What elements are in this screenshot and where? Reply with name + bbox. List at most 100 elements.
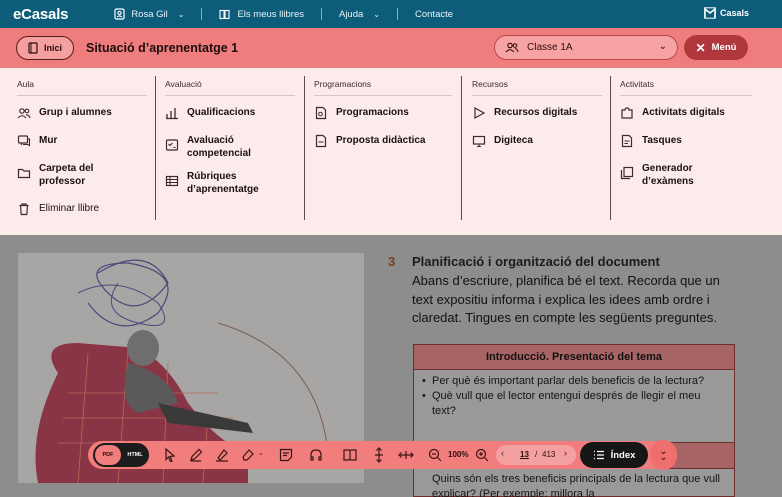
help-menu[interactable]: Ajuda ⌄	[339, 9, 380, 20]
menu-item-group-students[interactable]: Grup i alumnes	[17, 106, 155, 120]
column-divider	[610, 76, 611, 220]
menu-item-label: Digiteca	[494, 135, 533, 146]
page-separator: /	[535, 450, 538, 459]
menu-column-resources: Recursos Recursos digitals Digiteca	[472, 68, 610, 220]
menu-item-digital-activities[interactable]: Activitats digitals	[620, 106, 760, 120]
pdf-document-icon	[315, 134, 327, 148]
users-icon	[505, 42, 519, 53]
pdf-label: PDF	[102, 452, 114, 458]
step-number: 3	[388, 254, 396, 269]
menu-item-label: Avaluació competencial	[187, 135, 251, 159]
page-total: 413	[542, 450, 556, 459]
menu-item-didactic-proposal[interactable]: Proposta didàctica	[314, 134, 460, 148]
format-toggle: PDF HTML	[93, 443, 149, 467]
cursor-icon[interactable]	[162, 447, 178, 463]
menu-item-teacher-folder[interactable]: Carpeta del professor	[17, 162, 117, 188]
contact-label: Contacte	[415, 8, 454, 20]
page-title: Situació d’aprenentatge 1	[86, 41, 239, 55]
html-label: HTML	[127, 452, 143, 458]
copy-icon	[620, 166, 634, 180]
menu-heading-aula: Aula	[17, 68, 147, 96]
column-divider	[155, 76, 156, 220]
chevron-down-icon: ⌄	[177, 9, 185, 19]
chevron-down-icon[interactable]: ⌄	[258, 449, 264, 457]
table-question-list-2: Quins són els tres beneficis principals …	[422, 472, 734, 497]
collapse-toolbar-button[interactable]: ⌄ ⌄	[650, 440, 677, 470]
help-label: Ajuda	[338, 8, 364, 20]
menu-heading-programming: Programacions	[314, 68, 452, 96]
menu-item-digiteca[interactable]: Digiteca	[472, 134, 610, 148]
monitor-icon	[472, 135, 486, 148]
chevron-left-icon[interactable]: ‹	[501, 448, 504, 458]
eraser-icon[interactable]	[240, 447, 256, 463]
page-current-input[interactable]: 13	[520, 450, 529, 459]
user-card-icon	[114, 8, 125, 20]
class-select-value: Classe 1A	[527, 42, 573, 53]
my-books-label: Els meus llibres	[237, 8, 304, 20]
user-menu[interactable]: Rosa Gil ⌄	[114, 8, 184, 20]
step-title: Planificació i organització del document	[412, 254, 660, 269]
menu-item-exam-generator[interactable]: Generador d’exàmens	[620, 162, 710, 188]
home-button[interactable]: Inici	[16, 36, 74, 60]
casals-logo-text: Casals	[719, 8, 749, 18]
menu-item-programming[interactable]: Programacions	[314, 106, 460, 120]
list-item: Quins són els tres beneficis principals …	[432, 473, 720, 497]
user-name: Rosa Gil	[131, 8, 168, 20]
evaluation-icon	[165, 139, 179, 151]
menu-label: Menú	[711, 42, 737, 53]
headphones-icon[interactable]	[308, 447, 324, 463]
menu-column-programming: Programacions Programacions Proposta did…	[314, 68, 460, 220]
document-search-icon	[315, 106, 327, 120]
casals-logo[interactable]: Casals	[704, 7, 749, 19]
menu-item-label: Mur	[39, 135, 58, 146]
play-icon	[474, 106, 486, 120]
index-button[interactable]: Índex	[580, 442, 648, 468]
menu-item-label: Activitats digitals	[642, 107, 725, 118]
chevron-down-icon: ⌄	[373, 9, 380, 19]
close-icon: ✕	[695, 40, 706, 55]
menu-heading-resources: Recursos	[472, 68, 602, 96]
trash-icon	[19, 203, 29, 216]
html-button[interactable]: HTML	[123, 445, 147, 465]
top-nav-bar: eCasals Rosa Gil ⌄ Els meus llibres Ajud…	[0, 0, 782, 28]
mega-menu: Aula Grup i alumnes Mur Carpeta del prof…	[0, 68, 782, 235]
menu-item-wall[interactable]: Mur	[17, 134, 155, 148]
index-label: Índex	[610, 449, 636, 461]
menu-item-label: Programacions	[336, 107, 409, 118]
menu-item-rubrics[interactable]: Rúbriques d’aprenentatge	[165, 170, 275, 196]
contact-link[interactable]: Contacte	[415, 9, 453, 20]
pencil-icon[interactable]	[188, 447, 204, 463]
class-select[interactable]: Classe 1A ⌄	[494, 35, 678, 60]
menu-item-label: Grup i alumnes	[39, 107, 112, 118]
note-icon[interactable]	[278, 447, 294, 463]
menu-column-aula: Aula Grup i alumnes Mur Carpeta del prof…	[17, 68, 155, 220]
menu-item-delete-book[interactable]: Eliminar llibre	[17, 202, 155, 216]
brand-logo[interactable]: eCasals	[13, 6, 69, 23]
nav-divider	[201, 8, 203, 20]
books-icon	[219, 9, 231, 19]
menu-item-competence-evaluation[interactable]: Avaluació competencial	[165, 134, 265, 160]
column-divider	[304, 76, 305, 220]
book-view-icon[interactable]	[342, 447, 358, 463]
menu-item-label: Recursos digitals	[494, 107, 578, 118]
menu-item-digital-resources[interactable]: Recursos digitals	[472, 106, 610, 120]
list-item: Què vull que el lector entengui després …	[422, 389, 726, 419]
nav-divider	[320, 8, 322, 20]
highlighter-icon[interactable]	[214, 447, 230, 463]
menu-item-label: Tasques	[642, 135, 682, 146]
menu-item-grades[interactable]: Qualificacions	[165, 106, 303, 120]
menu-item-tasks[interactable]: Tasques	[620, 134, 760, 148]
zoom-out-icon[interactable]	[427, 447, 443, 463]
double-chevron-down-icon: ⌄ ⌄	[659, 446, 668, 463]
my-books-link[interactable]: Els meus llibres	[219, 9, 304, 20]
chat-icon	[17, 135, 31, 147]
table-icon	[165, 175, 179, 187]
pdf-button[interactable]: PDF	[95, 445, 121, 465]
fit-width-icon[interactable]	[398, 447, 414, 463]
menu-item-label: Eliminar llibre	[39, 203, 100, 214]
menu-close-button[interactable]: ✕ Menú	[684, 35, 748, 60]
zoom-in-icon[interactable]	[474, 447, 490, 463]
menu-item-label: Generador d’exàmens	[642, 163, 694, 187]
fit-height-icon[interactable]	[371, 447, 387, 463]
chevron-right-icon[interactable]: ›	[564, 448, 567, 458]
